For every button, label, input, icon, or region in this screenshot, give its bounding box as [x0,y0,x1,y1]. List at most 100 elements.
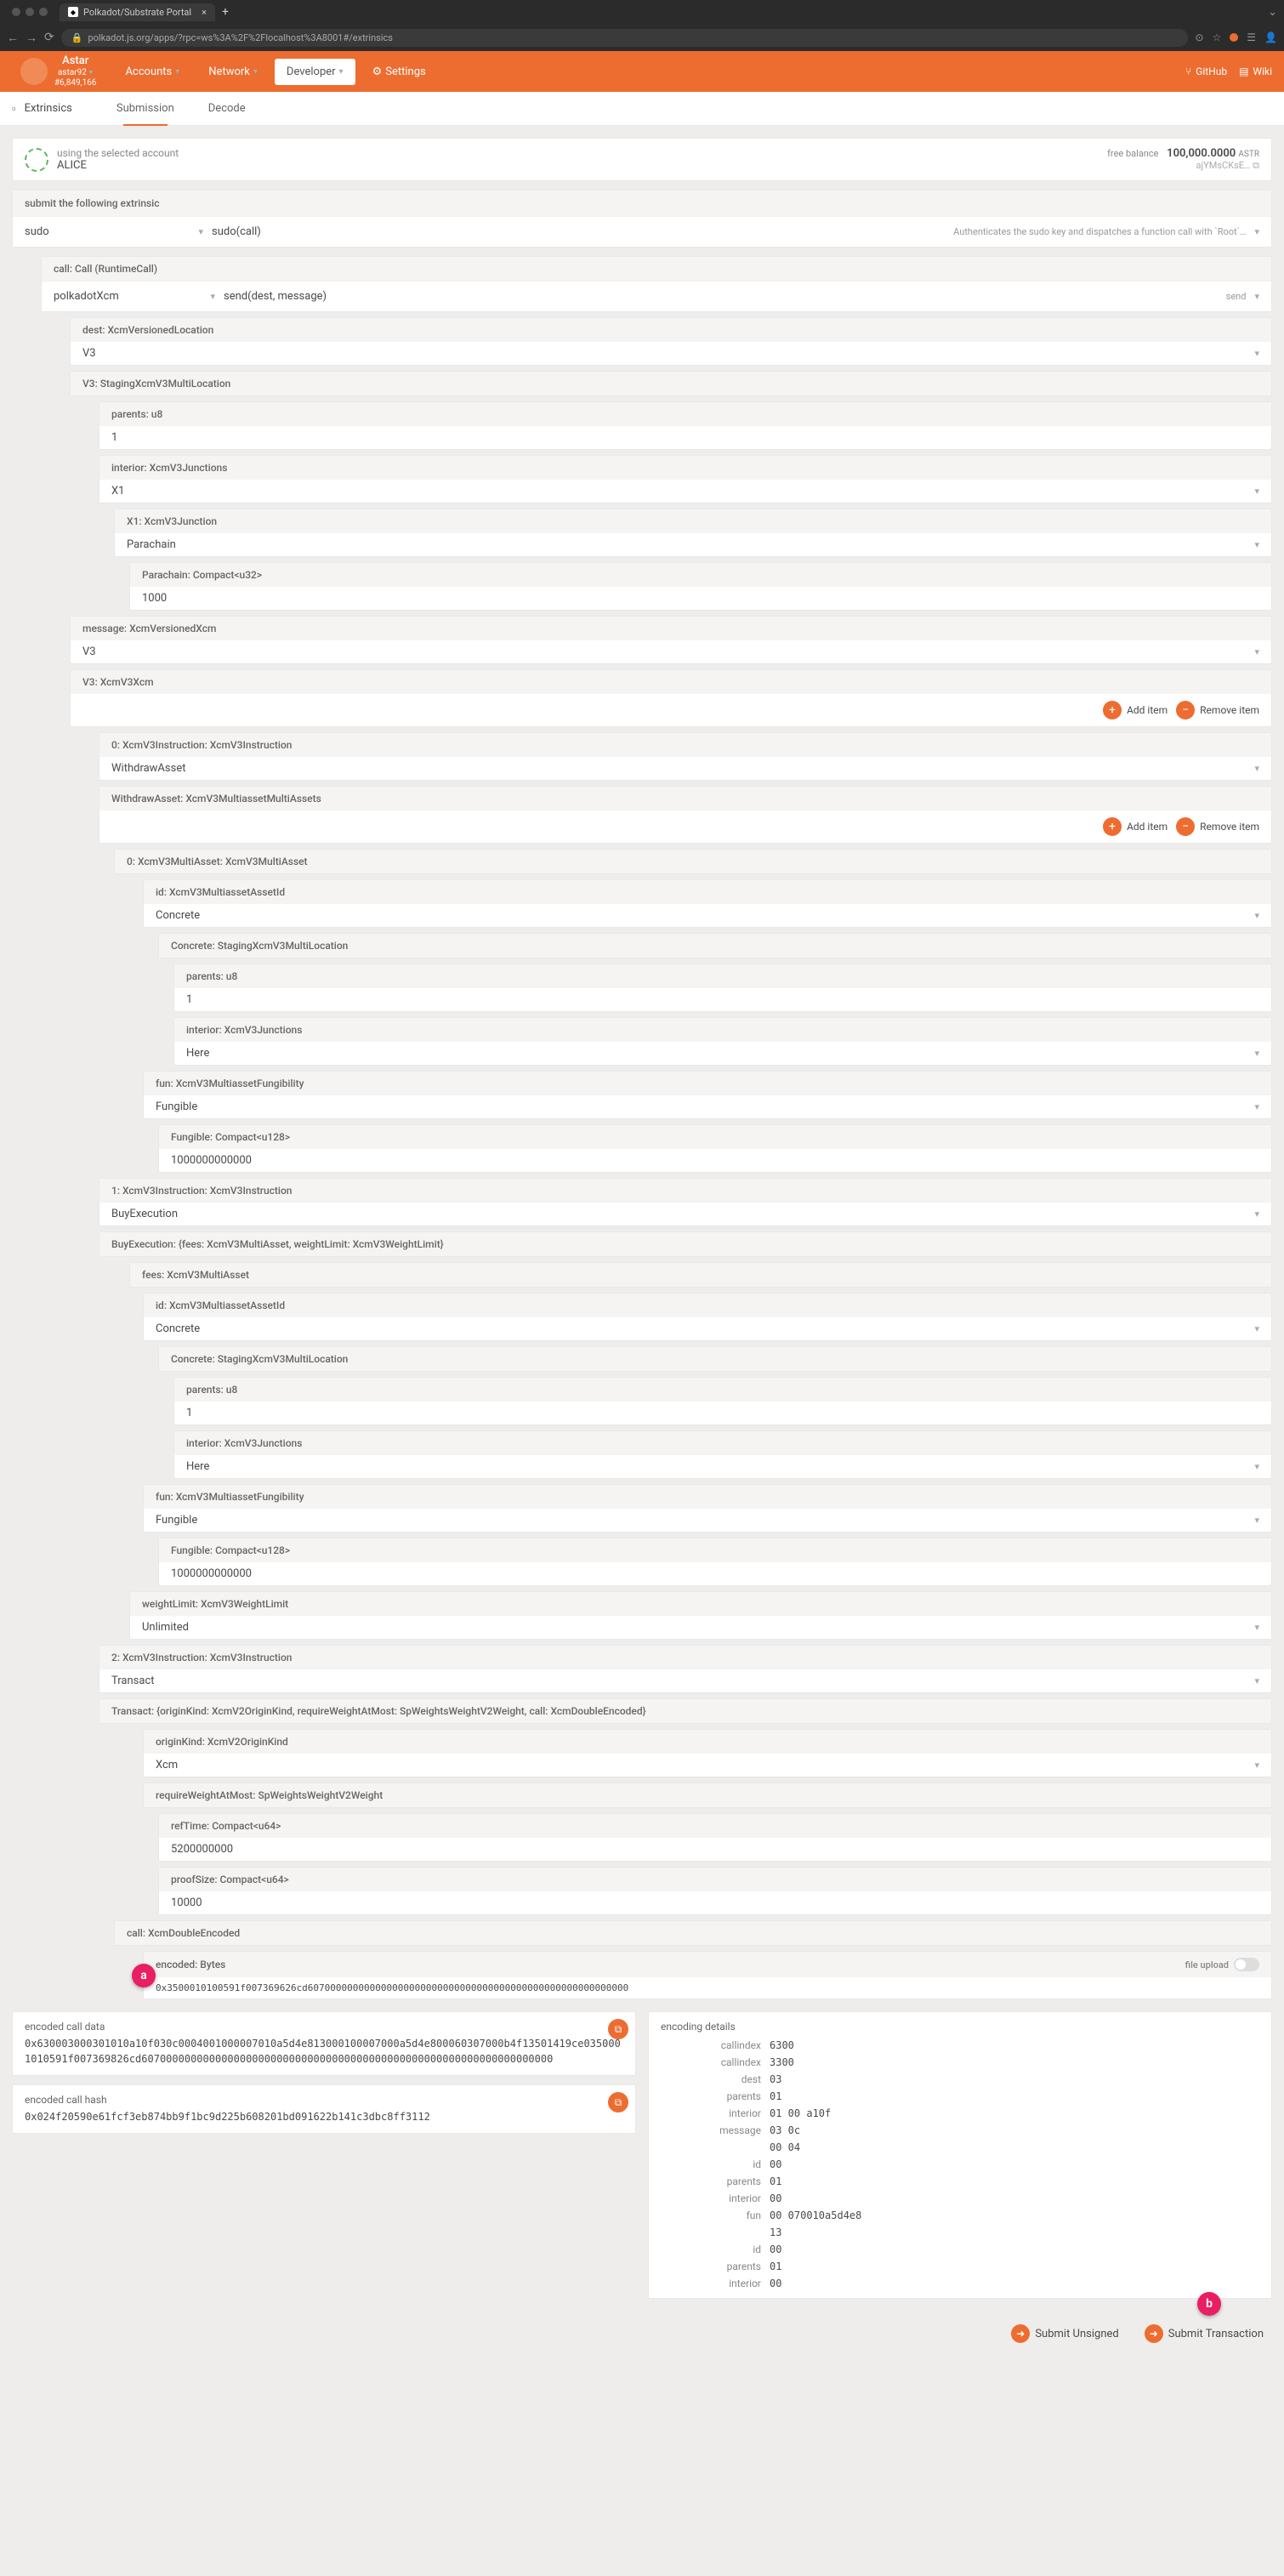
chevron-down-icon[interactable]: ▾ [1254,646,1259,657]
chevron-down-icon[interactable]: ▾ [1254,348,1259,359]
fungible-input[interactable]: 1000000000000 [171,1154,252,1167]
new-tab-button[interactable]: + [222,5,229,19]
parachain-label: Parachain: Compact<u32> [130,563,1271,587]
chevron-down-icon[interactable]: ⌄ [1268,6,1277,19]
parents-input[interactable]: 1 [186,993,192,1006]
extension-icon[interactable] [1230,33,1238,42]
v3xcm-label: V3: XcmV3Xcm [71,670,1271,694]
fun-select[interactable]: Fungible [156,1100,197,1113]
browser-tab[interactable]: ◆ Polkadot/Substrate Portal × [60,3,215,21]
chevron-down-icon[interactable]: ▾ [1254,1515,1259,1526]
url-input[interactable]: 🔒 polkadot.js.org/apps/?rpc=ws%3A%2F%2Fl… [61,29,1189,47]
chevron-down-icon[interactable]: ▾ [1254,1461,1259,1472]
interior-select[interactable]: X1 [111,485,124,498]
chevron-down-icon[interactable]: ▾ [1254,486,1259,497]
window-controls[interactable] [7,8,53,16]
chevron-down-icon[interactable]: ▾ [210,291,215,302]
proofsize-input[interactable]: 10000 [171,1896,202,1909]
parachain-input[interactable]: 1000 [142,592,167,605]
chevron-down-icon[interactable]: ▾ [198,226,203,237]
copy-icon[interactable]: ⧉ [1253,160,1259,171]
wa-label: WithdrawAsset: XcmV3MultiassetMultiAsset… [99,787,1271,810]
chevron-down-icon[interactable]: ▾ [1254,226,1259,237]
copy-hash-button[interactable]: ⧉ [608,2092,628,2113]
message-select[interactable]: V3 [82,645,96,658]
id-select[interactable]: Concrete [156,909,200,922]
remove-item-button[interactable]: −Remove item [1176,817,1259,836]
nav-developer[interactable]: Developer ▾ [275,59,355,85]
profile-icon[interactable]: 👤 [1264,31,1277,43]
chain-selector[interactable]: Astar astar92 ▾ #6,849,166 [54,54,96,88]
upload-toggle[interactable] [1234,1958,1259,1971]
chevron-down-icon[interactable]: ▾ [1254,1622,1259,1633]
account-avatar-icon [25,148,48,172]
call-method-select[interactable]: send(dest, message) [224,290,327,303]
fun-label: fun: XcmV3MultiassetFungibility [144,1485,1271,1509]
weightlimit-select[interactable]: Unlimited [142,1621,189,1634]
chevron-down-icon[interactable]: ▾ [1254,291,1259,302]
x1-label: X1: XcmV3Junction [115,509,1271,533]
instr0-select[interactable]: WithdrawAsset [111,762,185,775]
chevron-down-icon[interactable]: ▾ [1254,1760,1259,1771]
tab-submission[interactable]: Submission [101,92,190,126]
fun-select[interactable]: Fungible [156,1514,197,1527]
arrow-right-icon: ➜ [1145,2324,1163,2343]
dest-select[interactable]: V3 [82,347,96,360]
upload-label: file upload [1185,1959,1229,1970]
chevron-down-icon[interactable]: ▾ [1254,763,1259,774]
tab-decode[interactable]: Decode [193,92,261,126]
encoded-input[interactable]: 0x3500010100591f007369626cd6070000000000… [156,1982,628,1993]
nav-accounts[interactable]: Accounts ▾ [113,59,191,85]
chevron-down-icon[interactable]: ▾ [1254,1323,1259,1334]
github-link[interactable]: ⑂ GitHub [1185,65,1227,77]
close-tab-icon[interactable]: × [202,7,207,18]
chevron-down-icon[interactable]: ▾ [1254,1675,1259,1686]
originkind-select[interactable]: Xcm [156,1759,178,1771]
instr1-select[interactable]: BuyExecution [111,1208,178,1220]
add-item-button[interactable]: +Add item [1103,817,1168,836]
submit-transaction-button[interactable]: ➜Submit Transaction [1136,2319,1272,2348]
parents-label: parents: u8 [174,964,1271,988]
chevron-down-icon[interactable]: ▾ [1254,910,1259,921]
parents-input[interactable]: 1 [111,431,117,444]
encoded-label: encoded: Bytes [156,1959,225,1970]
star-icon[interactable]: ☆ [1213,31,1222,43]
call-module-select[interactable]: polkadotXcm [54,290,119,303]
search-icon[interactable]: ⊙ [1195,31,1203,43]
chevron-down-icon[interactable]: ▾ [1254,1101,1259,1112]
method-select[interactable]: sudo(call) [212,225,261,238]
annotation-a: a [132,1964,156,1987]
id-select[interactable]: Concrete [156,1322,200,1335]
module-select[interactable]: sudo [25,225,49,238]
reload-button[interactable]: ⟳ [44,31,54,44]
add-item-button[interactable]: +Add item [1103,701,1168,719]
back-button[interactable]: ← [7,31,19,45]
interior-select[interactable]: Here [186,1460,209,1473]
table-row: interior00 [662,2276,1258,2291]
extension-menu-icon[interactable]: ☰ [1247,31,1256,43]
table-row: callindex3300 [662,2055,1258,2070]
chevron-down-icon[interactable]: ▾ [1254,1048,1259,1059]
parents-input[interactable]: 1 [186,1407,192,1419]
forward-button[interactable]: → [26,31,37,45]
fungible-input[interactable]: 1000000000000 [171,1567,252,1580]
nav-network[interactable]: Network ▾ [196,59,270,85]
account-selector[interactable]: ALICE [57,159,1107,172]
instr2-select[interactable]: Transact [111,1675,155,1687]
tab-title: Polkadot/Substrate Portal [83,7,191,18]
chevron-down-icon[interactable]: ▾ [1254,1208,1259,1220]
chain-logo-icon [20,58,48,85]
submit-unsigned-button[interactable]: ➜Submit Unsigned [1003,2319,1127,2348]
reftime-label: refTime: Compact<u64> [159,1814,1271,1838]
copy-data-button[interactable]: ⧉ [608,2019,628,2039]
chevron-down-icon[interactable]: ▾ [1254,539,1259,550]
remove-item-button[interactable]: −Remove item [1176,701,1259,719]
interior-select[interactable]: Here [186,1047,209,1060]
x1-select[interactable]: Parachain [127,538,176,551]
minus-icon: − [1176,817,1195,836]
interior-label: interior: XcmV3Junctions [174,1431,1271,1455]
reftime-input[interactable]: 5200000000 [171,1843,233,1856]
id-label: id: XcmV3MultiassetAssetId [144,1294,1271,1317]
wiki-link[interactable]: ▤ Wiki [1239,65,1272,77]
nav-settings[interactable]: ⚙ Settings [361,59,438,85]
